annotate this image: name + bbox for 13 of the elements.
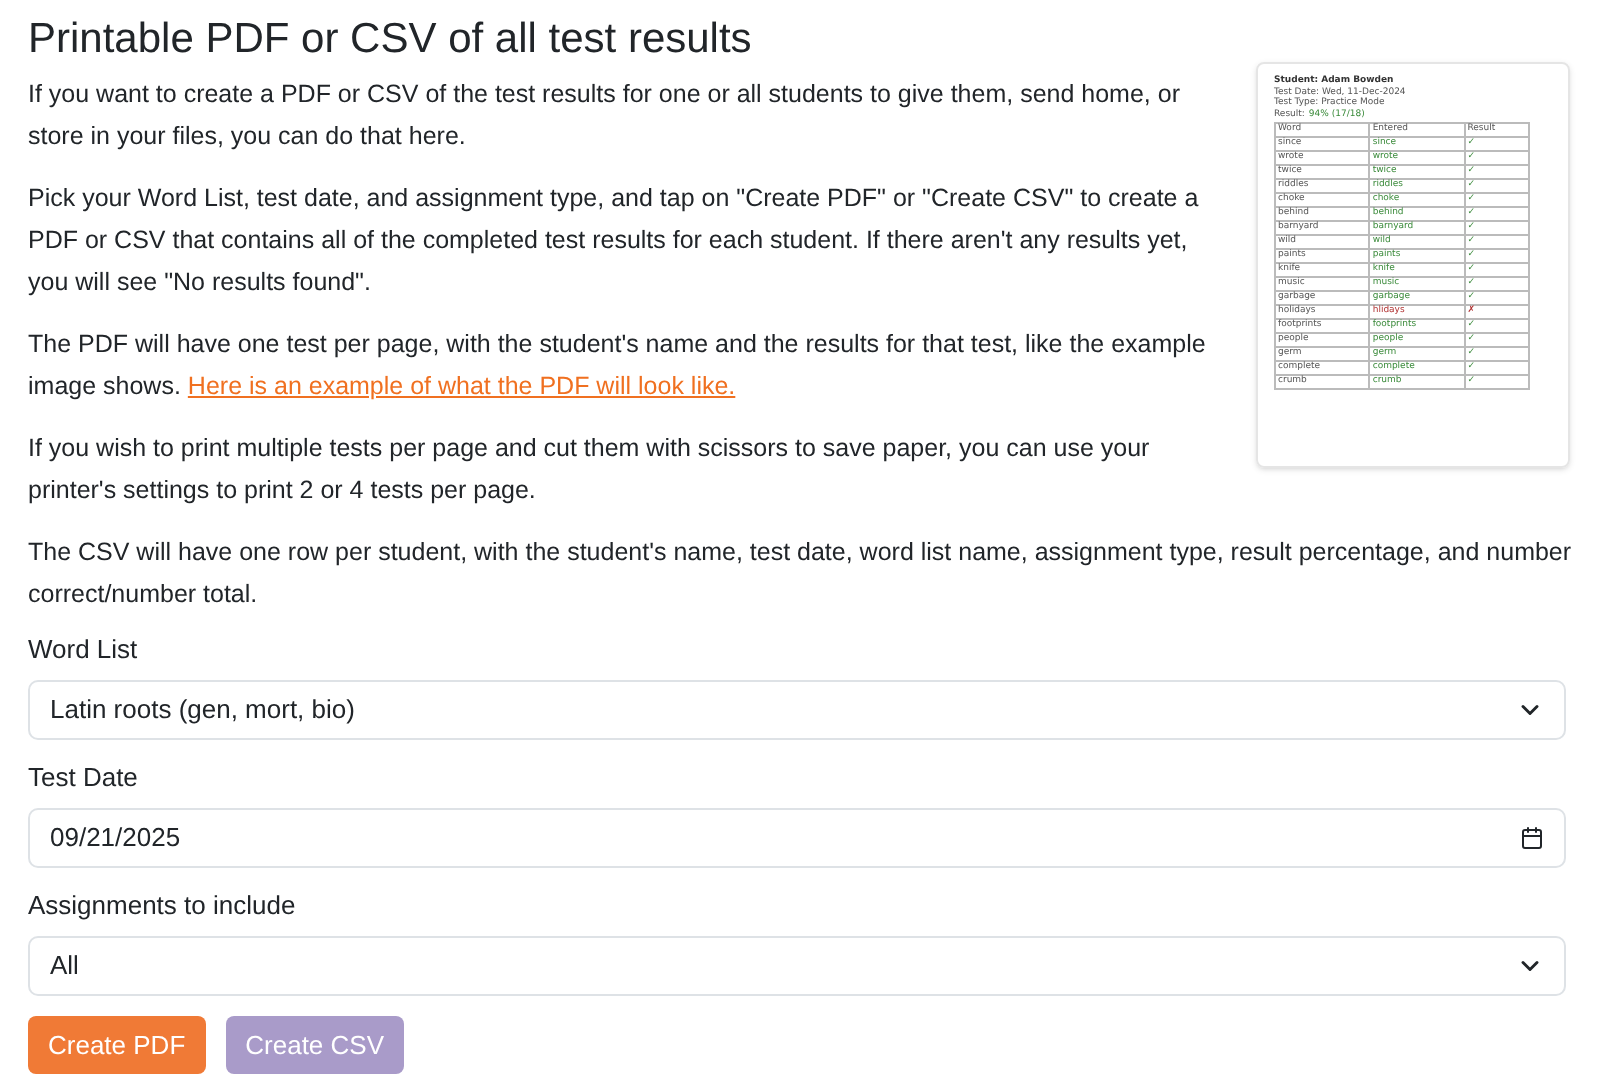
dropdown[interactable]: All (28, 936, 1566, 996)
field-label: Word List (28, 632, 140, 668)
paragraph: If you wish to print multiple tests per page and cut them with scissors to save paper, you can use your printer's settings to print 2 or 4 tests per page. (28, 432, 1152, 508)
paragraph: The PDF will have one test per page, with the student's name and the results for that test, like the example image shows. Here is an example of what the PDF will look like. (28, 328, 1208, 404)
calendar-icon[interactable] (1520, 826, 1544, 850)
field-label: Assignments to include (28, 888, 298, 924)
paragraph: The CSV will have one row per student, with the student's name, test date, word list name, assignment type, result percentage, and number correct/number total. (28, 536, 1572, 612)
dropdown[interactable]: Latin roots (gen, mort, bio) (28, 680, 1566, 740)
date-field[interactable]: 09/21/2025 (28, 808, 1566, 868)
paragraph: Pick your Word List, test date, and assignment type, and tap on "Create PDF" or "Create CSV" to create a PDF or CSV that contains all of the completed test results for each student. If there aren't any results yet, you will see "No results found". (28, 182, 1201, 300)
paragraph: If you want to create a PDF or CSV of the test results for one or all students to give them, send home, or store in your files, you can do that here. (28, 78, 1182, 154)
field-label: Test Date (28, 760, 140, 796)
page-title: Printable PDF or CSV of all test results (28, 14, 754, 66)
